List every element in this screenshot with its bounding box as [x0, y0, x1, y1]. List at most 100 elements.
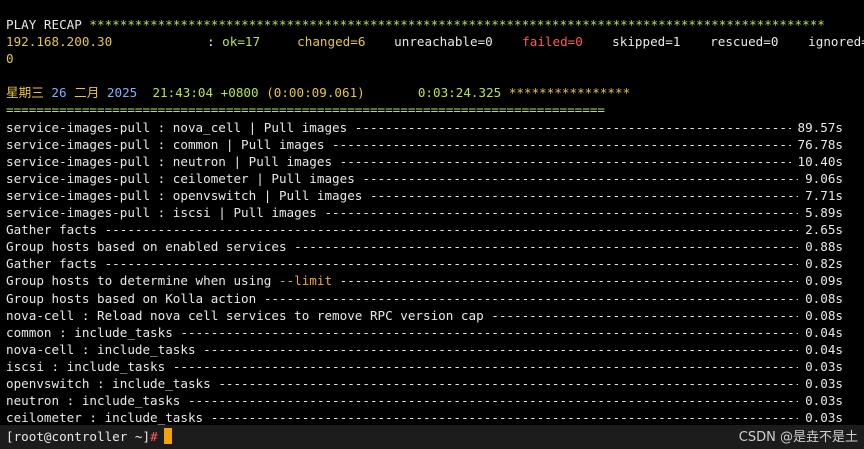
task-row: Group hosts based on Kolla action 0.08s	[6, 290, 864, 307]
task-name: nova-cell : include_tasks	[6, 341, 196, 357]
host-stats-line: 192.168.200.30: ok=17 changed=6 unreachabl…	[6, 33, 864, 50]
task-spacer	[97, 221, 105, 238]
task-dash-leader	[180, 324, 798, 341]
task-spacer	[287, 238, 295, 255]
task-duration: 0.03s	[805, 375, 843, 391]
task-dash-leader	[105, 255, 798, 272]
text-cursor	[163, 428, 172, 444]
task-name: common : include_tasks	[6, 324, 173, 340]
timing-delta: (0:00:09.061)	[266, 85, 365, 101]
task-spacer	[211, 375, 219, 392]
task-spacer	[97, 255, 105, 272]
task-dash-leader	[294, 238, 798, 255]
task-name: Gather facts	[6, 222, 97, 238]
task-name: Group hosts based on Kolla action	[6, 290, 257, 306]
task-name: service-images-pull : common | Pull imag…	[6, 136, 325, 152]
shell-prompt[interactable]: [root@controller ~]#	[6, 428, 172, 445]
ignored-wrap-line: 0	[6, 50, 864, 67]
task-name: Gather facts	[6, 256, 97, 272]
task-row: ceilometer : include_tasks 0.03s	[6, 409, 864, 426]
stat-rescued: rescued=0	[710, 34, 779, 50]
task-name: service-images-pull : iscsi | Pull image…	[6, 205, 317, 221]
task-name: iscsi : include_tasks	[6, 358, 166, 374]
timing-total: 0:03:24.325	[417, 85, 502, 101]
task-name: service-images-pull : openvswitch | Pull…	[6, 187, 363, 203]
task-spacer	[180, 392, 188, 409]
task-spacer	[256, 290, 264, 307]
task-row: iscsi : include_tasks 0.03s	[6, 358, 864, 375]
task-name: service-images-pull : neutron | Pull ima…	[6, 153, 333, 169]
task-dash-leader	[218, 375, 798, 392]
task-row: nova-cell : Reload nova cell services to…	[6, 307, 864, 324]
stat-skipped: skipped=1	[612, 34, 681, 50]
host-separator: :	[207, 34, 223, 50]
task-row: service-images-pull : iscsi | Pull image…	[6, 204, 864, 221]
task-duration: 2.65s	[805, 222, 843, 238]
timing-weekday: 星期三	[6, 85, 44, 101]
play-recap-line: PLAY RECAP *****************************…	[6, 16, 864, 33]
task-row: openvswitch : include_tasks 0.03s	[6, 375, 864, 392]
task-row: service-images-pull : neutron | Pull ima…	[6, 153, 864, 170]
task-dash-leader	[370, 187, 798, 204]
recap-stars: ****************************************…	[89, 17, 825, 32]
task-duration: 0.03s	[805, 393, 843, 409]
task-duration: 0.03s	[805, 410, 843, 426]
task-spacer	[196, 341, 204, 358]
shell-prompt-bar[interactable]: [root@controller ~]# CSDN @是垚不是土	[0, 425, 864, 449]
task-duration: 0.08s	[805, 290, 843, 306]
task-name: Group hosts based on enabled services	[6, 239, 287, 255]
terminal-output: PLAY RECAP *****************************…	[6, 16, 864, 426]
timing-separator: ========================================…	[6, 102, 605, 118]
task-duration: 0.88s	[805, 239, 843, 255]
task-row: neutron : include_tasks 0.03s	[6, 392, 864, 409]
task-dash-leader	[211, 409, 798, 426]
timing-year: 2025	[106, 85, 138, 101]
task-spacer	[203, 409, 211, 426]
stat-ignored: ignored=	[808, 34, 864, 50]
timing-time: 21:43:04 +0800	[152, 85, 259, 101]
task-spacer	[347, 119, 355, 136]
task-dash-leader	[340, 153, 791, 170]
task-name: neutron : include_tasks	[6, 393, 181, 409]
task-row: Group hosts based on enabled services 0.…	[6, 238, 864, 255]
task-duration: 0.82s	[805, 256, 843, 272]
task-spacer	[165, 358, 173, 375]
task-spacer	[484, 307, 492, 324]
task-duration: 5.89s	[805, 205, 843, 221]
task-duration: 7.71s	[805, 187, 843, 203]
task-dash-leader	[324, 204, 798, 221]
stat-failed: failed=0	[522, 34, 583, 50]
task-row: service-images-pull : openvswitch | Pull…	[6, 187, 864, 204]
task-duration: 0.04s	[805, 324, 843, 340]
task-timing-list: service-images-pull : nova_cell | Pull i…	[6, 119, 864, 427]
task-name: openvswitch : include_tasks	[6, 375, 211, 391]
task-dash-leader	[362, 170, 798, 187]
task-row: Gather facts 2.65s	[6, 221, 864, 238]
task-duration: 0.08s	[805, 307, 843, 323]
timing-stars: ****************	[508, 85, 631, 101]
task-duration: 9.06s	[805, 170, 843, 186]
csdn-watermark: CSDN @是垚不是土	[738, 430, 858, 445]
task-dash-leader	[173, 358, 798, 375]
timing-month: 二月	[74, 85, 100, 101]
stat-changed: changed=6	[297, 34, 366, 50]
task-name: nova-cell : Reload nova cell services to…	[6, 307, 484, 323]
task-spacer	[324, 136, 332, 153]
task-spacer	[362, 187, 370, 204]
host-address: 192.168.200.30	[6, 34, 113, 50]
stat-ignored-value: 0	[6, 51, 14, 67]
task-spacer	[332, 153, 340, 170]
task-spacer	[355, 170, 363, 187]
task-row: Group hosts to determine when using --li…	[6, 272, 864, 289]
task-row: service-images-pull : ceilometer | Pull …	[6, 170, 864, 187]
stat-ok: ok=17	[222, 34, 261, 50]
prompt-hash: #	[150, 429, 158, 444]
timing-day: 26	[51, 85, 67, 101]
prompt-text: [root@controller ~]	[6, 429, 151, 444]
stat-unreachable: unreachable=0	[394, 34, 493, 50]
task-name: Group hosts to determine when using	[6, 273, 279, 289]
task-name: service-images-pull : nova_cell | Pull i…	[6, 119, 348, 135]
task-row: Gather facts 0.82s	[6, 255, 864, 272]
task-duration: 89.57s	[797, 119, 844, 135]
task-dash-leader	[491, 307, 798, 324]
